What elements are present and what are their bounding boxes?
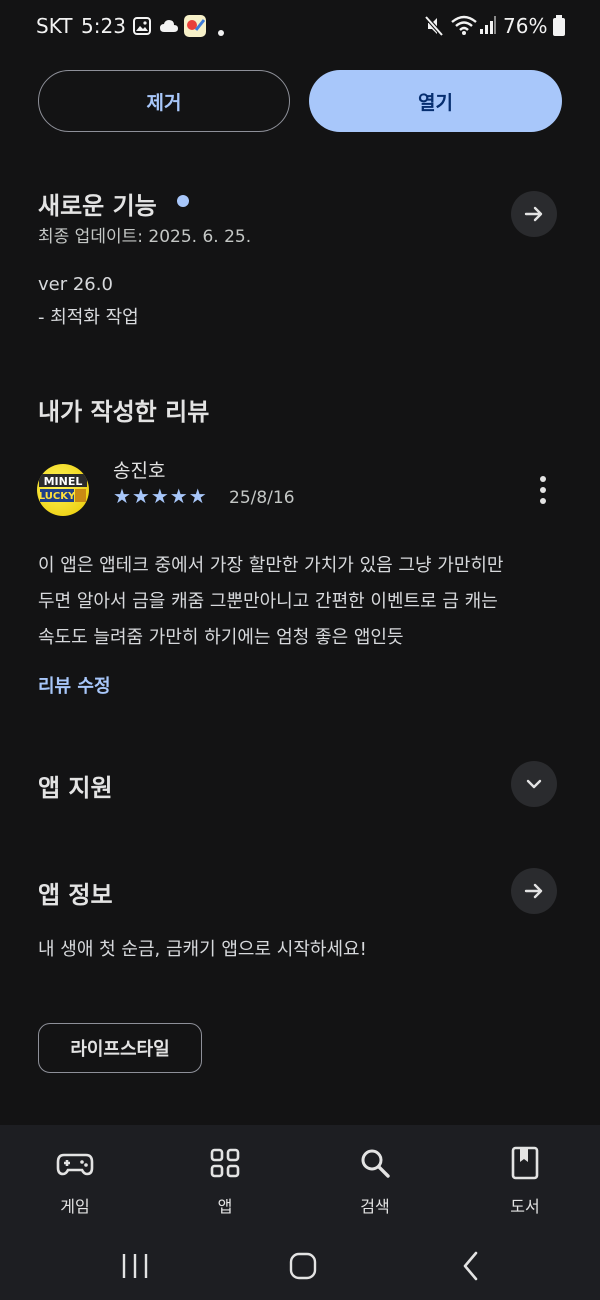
battery-percent: 76% <box>503 14 548 38</box>
nav-label: 게임 <box>60 1197 90 1216</box>
chevron-down-icon <box>526 779 542 789</box>
app-support-title[interactable]: 앱 지원 <box>38 768 113 803</box>
book-icon <box>511 1146 539 1180</box>
remove-button[interactable]: 제거 <box>38 70 290 132</box>
review-line: 속도도 늘려줌 가만히 하기에는 엄청 좋은 앱인듯 <box>38 627 404 648</box>
whats-new-arrow-button[interactable] <box>511 191 557 237</box>
svg-text:MINEL: MINEL <box>44 475 83 488</box>
more-notifications-icon <box>217 22 225 41</box>
arrow-right-icon <box>524 883 543 899</box>
edit-review-link[interactable]: 리뷰 수정 <box>38 672 111 698</box>
review-date: 25/8/16 <box>229 488 295 508</box>
wifi-icon <box>451 14 477 40</box>
my-review-title: 내가 작성한 리뷰 <box>38 398 210 426</box>
open-button[interactable]: 열기 <box>309 70 562 132</box>
mute-icon <box>424 15 444 41</box>
bottom-navigation: 게임 앱 검색 도서 <box>0 1125 600 1235</box>
apps-grid-icon <box>210 1148 240 1178</box>
avatar: MINEL LUCKY <box>37 464 89 516</box>
gallery-notification-icon <box>133 17 151 39</box>
nav-label: 검색 <box>360 1197 390 1216</box>
new-indicator-dot <box>177 195 189 207</box>
whats-new-title[interactable]: 새로운 기능 <box>38 186 157 221</box>
nav-item-games[interactable]: 게임 <box>15 1125 135 1235</box>
search-icon <box>361 1149 390 1178</box>
app-notification-icon <box>183 14 207 42</box>
arrow-right-icon <box>524 206 543 222</box>
system-navigation-bar <box>0 1235 600 1300</box>
status-bar: SKT 5:23 76% <box>0 0 600 52</box>
recent-apps-icon <box>122 1254 148 1278</box>
more-vert-icon <box>540 476 546 504</box>
update-note: - 최적화 작업 <box>38 307 139 328</box>
back-button[interactable] <box>458 1250 484 1282</box>
review-line: 두면 알아서 금을 캐줌 그뿐만아니고 간편한 이벤트로 금 캐는 <box>38 591 498 612</box>
battery-icon <box>553 15 565 41</box>
gamepad-icon <box>56 1153 94 1176</box>
app-info-arrow-button[interactable] <box>511 868 557 914</box>
review-line: 이 앱은 앱테크 중에서 가장 할만한 가치가 있음 그냥 가만히만 <box>38 555 504 576</box>
back-chevron-icon <box>463 1251 478 1281</box>
svg-text:LUCKY: LUCKY <box>39 491 76 502</box>
home-icon <box>289 1252 317 1280</box>
nav-label: 앱 <box>217 1197 233 1216</box>
cloud-notification-icon <box>159 18 179 38</box>
signal-icon <box>479 15 497 39</box>
home-button[interactable] <box>288 1251 318 1281</box>
review-menu-button[interactable] <box>530 474 556 508</box>
version-text: ver 26.0 <box>38 274 113 295</box>
recent-apps-button[interactable] <box>118 1251 152 1281</box>
app-info-title[interactable]: 앱 정보 <box>38 875 113 910</box>
app-description: 내 생애 첫 순금, 금캐기 앱으로 시작하세요! <box>38 939 367 960</box>
nav-item-books[interactable]: 도서 <box>465 1125 585 1235</box>
rating-stars: ★★★★★ <box>113 484 208 508</box>
nav-item-apps[interactable]: 앱 <box>165 1125 285 1235</box>
category-chip[interactable]: 라이프스타일 <box>38 1023 202 1073</box>
nav-label: 도서 <box>510 1197 540 1216</box>
app-support-expand-button[interactable] <box>511 761 557 807</box>
carrier-label: SKT <box>36 14 73 38</box>
last-updated: 최종 업데이트: 2025. 6. 25. <box>38 227 252 247</box>
nav-item-search[interactable]: 검색 <box>315 1125 435 1235</box>
star-icons: ★★★★★ <box>113 484 208 508</box>
clock: 5:23 <box>81 14 126 38</box>
reviewer-name: 송진호 <box>113 460 166 482</box>
review-text: 이 앱은 앱테크 중에서 가장 할만한 가치가 있음 그냥 가만히만 두면 알아… <box>38 548 504 656</box>
